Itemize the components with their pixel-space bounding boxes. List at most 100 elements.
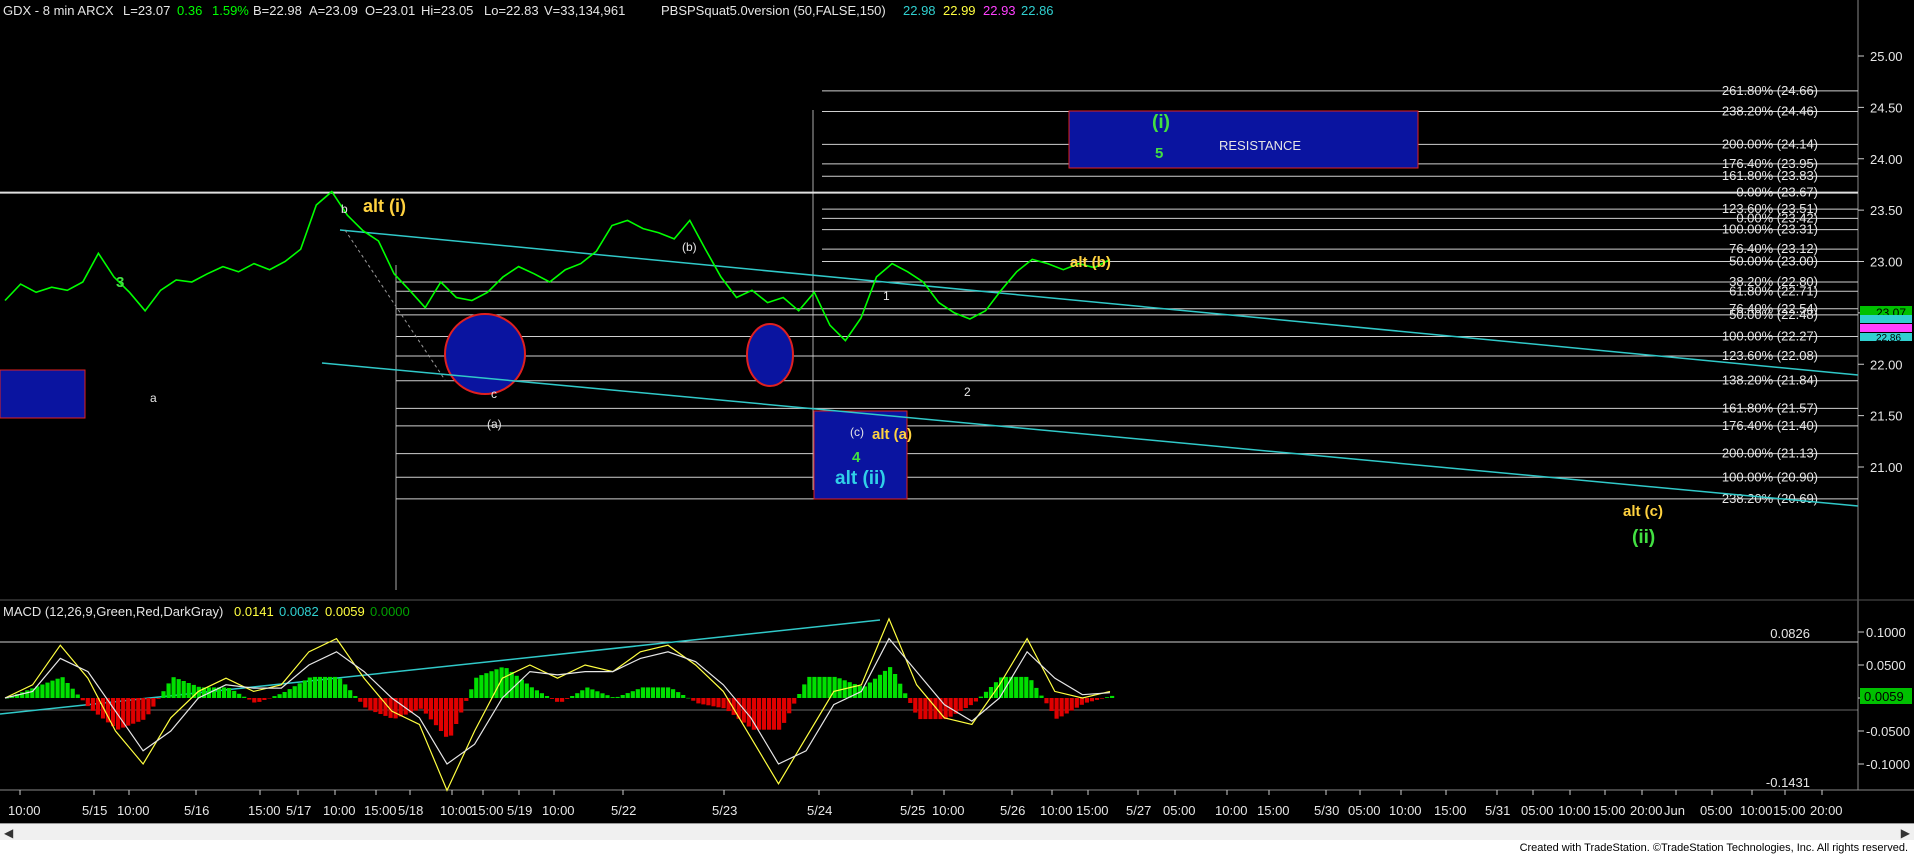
time-tick-label: 05:00 xyxy=(1348,803,1381,818)
macd-histogram-bar xyxy=(696,698,701,704)
horizontal-scrollbar[interactable]: ◀ ▶ xyxy=(0,823,1914,841)
macd-histogram-bar xyxy=(978,696,983,698)
macd-histogram-bar xyxy=(45,682,50,698)
macd-histogram-bar xyxy=(610,697,615,698)
study-value: 22.99 xyxy=(943,3,976,18)
macd-histogram-bar xyxy=(277,694,282,698)
macd-histogram-bar xyxy=(1079,698,1084,705)
macd-histogram-bar xyxy=(327,676,333,698)
macd-label: MACD (12,26,9,Green,Red,DarkGray) xyxy=(3,604,223,619)
macd-histogram-bar xyxy=(1034,687,1039,698)
macd-histogram-bar xyxy=(161,691,166,698)
macd-histogram-bar xyxy=(383,698,388,716)
macd-histogram-bar xyxy=(913,698,918,713)
label-wave-i: (i) xyxy=(1152,112,1170,133)
macd-histogram-bar xyxy=(514,675,519,698)
macd-histogram-bar xyxy=(827,676,832,698)
macd-histogram-bar xyxy=(141,698,146,720)
macd-histogram-bar xyxy=(565,698,570,699)
label-alt-c: alt (c) xyxy=(1623,503,1663,520)
price-tick-label: 24.50 xyxy=(1870,100,1903,115)
macd-header-value: 0.0000 xyxy=(370,604,410,619)
macd-histogram-bar xyxy=(1110,695,1115,698)
macd-histogram-bar xyxy=(1024,676,1029,698)
label-3: 3 xyxy=(116,274,124,291)
macd-histogram-bar xyxy=(1074,698,1079,708)
macd-histogram-bar xyxy=(918,698,923,720)
fib-level-label: 100.00% (23.31) xyxy=(1722,222,1818,237)
macd-histogram-bar xyxy=(55,678,60,698)
fib-level-label: 161.80% (21.57) xyxy=(1722,400,1818,415)
macd-tick-label: 0.0500 xyxy=(1866,658,1906,673)
macd-histogram-bar xyxy=(524,683,529,698)
scroll-left-icon[interactable]: ◀ xyxy=(4,826,13,840)
macd-histogram-bar xyxy=(1014,676,1019,698)
macd-histogram-bar xyxy=(237,693,242,698)
low-price: Lo=22.83 xyxy=(484,3,539,18)
macd-histogram-bar xyxy=(1039,695,1044,698)
change-value: 0.36 xyxy=(177,3,202,18)
macd-histogram-bar xyxy=(292,686,297,698)
time-tick-label: 15:00 xyxy=(1434,803,1467,818)
fib-level-label: 161.80% (23.83) xyxy=(1722,168,1818,183)
macd-histogram-bar xyxy=(822,676,827,698)
time-tick-label: 15:00 xyxy=(364,803,397,818)
label-alt-ii: alt (ii) xyxy=(835,468,886,489)
time-tick-label: 5/24 xyxy=(807,803,832,818)
current-price-tag-label: 22.86 xyxy=(1876,333,1901,344)
fib-level-label: 61.80% (22.71) xyxy=(1729,283,1818,298)
support-box-left xyxy=(0,369,86,419)
macd-histogram-bar xyxy=(151,698,156,707)
macd-histogram-bar xyxy=(782,698,787,723)
scroll-right-icon[interactable]: ▶ xyxy=(1901,826,1910,840)
macd-histogram-bar xyxy=(529,687,534,698)
macd-histogram-bar xyxy=(534,690,539,698)
macd-histogram-bar xyxy=(681,695,686,698)
macd-histogram-bar xyxy=(489,671,494,698)
macd-histogram-bar xyxy=(968,698,973,706)
macd-histogram-bar xyxy=(615,696,620,698)
time-tick-label: 5/25 xyxy=(900,803,925,818)
macd-histogram-bar xyxy=(640,687,645,698)
study-value: 22.98 xyxy=(903,3,936,18)
fib-level-label: 100.00% (22.27) xyxy=(1722,329,1818,344)
macd-histogram-bar xyxy=(958,698,963,711)
label-paren-c: (c) xyxy=(850,425,864,439)
macd-histogram-bar xyxy=(232,690,237,698)
macd-histogram-bar xyxy=(807,676,812,698)
time-tick-label: 10:00 xyxy=(440,803,473,818)
study-label: PBSPSquat5.0version (50,FALSE,150) xyxy=(661,3,886,18)
time-tick-label: 10:00 xyxy=(932,803,965,818)
macd-histogram-bar xyxy=(322,676,328,698)
macd-histogram-bar xyxy=(469,689,474,698)
macd-histogram-bar xyxy=(247,698,252,700)
macd-histogram-bar xyxy=(580,690,585,698)
macd-histogram-bar xyxy=(60,677,65,698)
macd-histogram-bar xyxy=(509,671,514,698)
macd-histogram-bar xyxy=(418,698,423,709)
label-1: 1 xyxy=(883,289,890,303)
fib-level-label: 176.40% (21.40) xyxy=(1722,418,1818,433)
macd-histogram-bar xyxy=(272,696,277,698)
time-tick-label: 5/19 xyxy=(507,803,532,818)
fib-level-label: 138.20% (21.84) xyxy=(1722,373,1818,388)
label-5: 5 xyxy=(1155,145,1163,162)
macd-histogram-bar xyxy=(671,689,676,698)
macd-histogram-bar xyxy=(166,683,171,698)
macd-histogram-bar xyxy=(282,692,287,698)
macd-histogram-bar xyxy=(620,695,625,698)
macd-tick-label: 0.1000 xyxy=(1866,625,1906,640)
macd-histogram-bar xyxy=(136,698,141,722)
time-tick-label: 10:00 xyxy=(1740,803,1773,818)
time-tick-label: 10:00 xyxy=(1040,803,1073,818)
macd-histogram-bar xyxy=(802,684,807,698)
current-price-tags: 23.0722.86 xyxy=(1860,306,1912,344)
macd-histogram-bar xyxy=(126,698,131,726)
macd-histogram-bar xyxy=(1019,676,1024,698)
label-a: a xyxy=(150,391,157,405)
price-tick-label: 25.00 xyxy=(1870,49,1903,64)
macd-histogram-bar xyxy=(363,698,368,708)
macd-histogram-bar xyxy=(701,698,706,705)
macd-histogram-bar xyxy=(80,698,85,701)
macd-histogram-bar xyxy=(544,696,550,698)
